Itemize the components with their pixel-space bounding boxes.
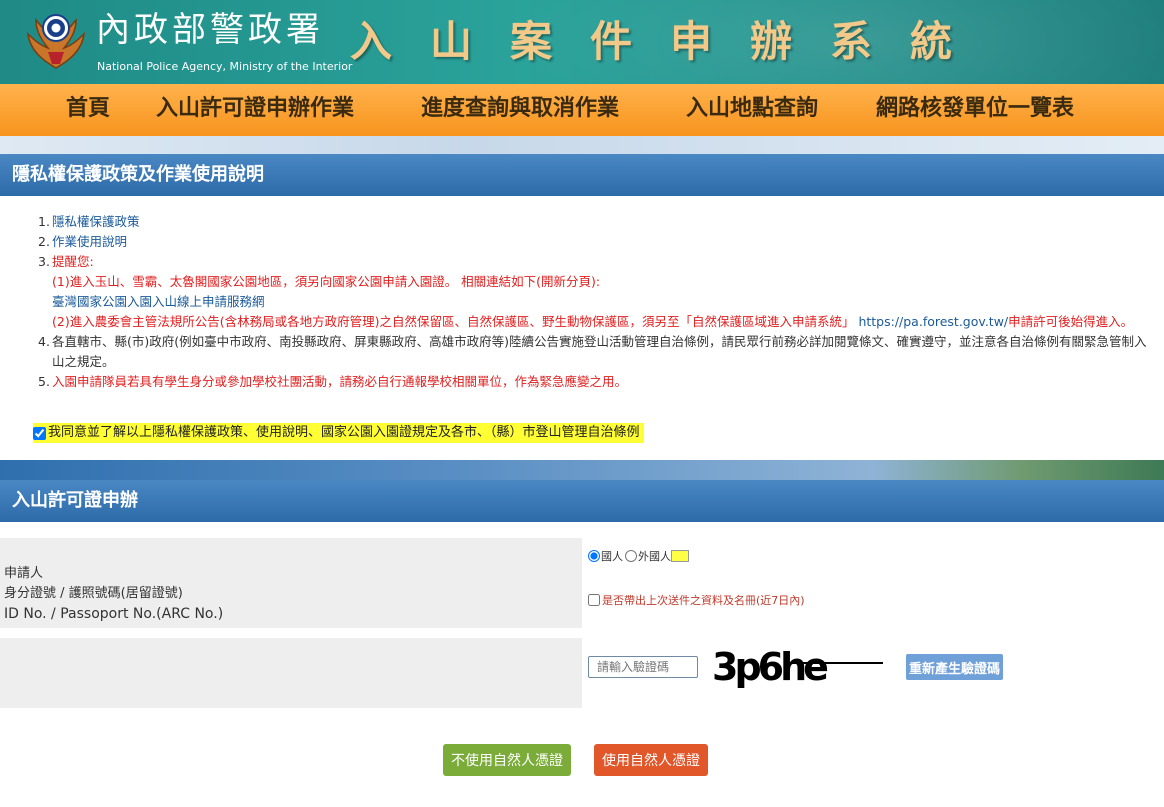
id-number-input[interactable] xyxy=(671,550,689,562)
radio-domestic-label: 國人 xyxy=(601,550,623,563)
applicant-label: 申請人 身分證號 / 護照號碼(居留證號) ID No. / Passoport… xyxy=(4,564,223,624)
permit-section-title: 入山許可證申辦 xyxy=(12,490,138,511)
bring-previous-data-checkbox[interactable] xyxy=(588,594,600,606)
applicant-label-line: 申請人 xyxy=(4,566,44,581)
radio-foreign-label: 外國人 xyxy=(638,550,671,563)
list-number: 5. xyxy=(38,374,50,389)
list-number: 3. xyxy=(38,254,50,269)
radio-foreign[interactable] xyxy=(625,550,637,562)
list-item: 5. 入園申請隊員若具有學生身分或參加學校社團活動，請務必自行通報學校相關單位，… xyxy=(38,372,1152,392)
list-number: 1. xyxy=(38,214,50,229)
notice-list: 1. 隱私權保護政策 2. 作業使用說明 3. 提醒您: (1)進入玉山、雪霸、… xyxy=(38,212,1152,392)
main-navigation: 首頁 入山許可證申辦作業 進度查詢與取消作業 入山地點查詢 網路核發單位一覽表 xyxy=(0,84,1164,136)
autonomy-regulation-notice: 各直轄市、縣(市)政府(例如臺中市政府、南投縣政府、屏東縣政府、高雄市政府等)陸… xyxy=(52,334,1147,369)
regenerate-captcha-button[interactable]: 重新產生驗證碼 xyxy=(906,654,1004,680)
applicant-label-line: 身分證號 / 護照號碼(居留證號) xyxy=(4,586,183,601)
reminder-protected-area-text: (2)進入農委會主管法規所公告(含林務局或各地方政府管理)之自然保留區、自然保護… xyxy=(52,314,855,329)
agree-terms-label: 我同意並了解以上隱私權保護政策、使用說明、國家公園入園證規定及各市、（縣）市登山… xyxy=(48,425,640,440)
list-item: 2. 作業使用說明 xyxy=(38,232,1152,252)
agency-name-chinese: 內政部警政署 xyxy=(96,10,324,50)
nav-progress-cancel[interactable]: 進度查詢與取消作業 xyxy=(421,84,619,136)
decorative-strip xyxy=(0,460,1164,480)
student-notice: 入園申請隊員若具有學生身分或參加學校社團活動，請務必自行通報學校相關單位，作為緊… xyxy=(52,374,628,389)
applicant-label-english: ID No. / Passoport No.(ARC No.) xyxy=(4,606,224,622)
captcha-label-cell xyxy=(0,638,582,708)
no-certificate-button[interactable]: 不使用自然人憑證 xyxy=(443,744,571,776)
privacy-policy-link[interactable]: 隱私權保護政策 xyxy=(52,214,140,229)
reminder-national-park: (1)進入玉山、雪霸、太魯閣國家公園地區，須另向國家公園申請入園證。 相關連結如… xyxy=(52,274,601,289)
list-number: 4. xyxy=(38,334,50,349)
captcha-image: 3p6he xyxy=(712,646,883,689)
reminder-protected-area-suffix: 申請許可後始得進入。 xyxy=(1008,314,1134,329)
use-certificate-button[interactable]: 使用自然人憑證 xyxy=(594,744,708,776)
system-title: 入山案件申辦系統 xyxy=(350,17,991,66)
nav-permit-application[interactable]: 入山許可證申辦作業 xyxy=(156,84,354,136)
police-emblem-icon[interactable] xyxy=(24,8,88,74)
national-park-application-link[interactable]: 臺灣國家公園入園入山線上申請服務網 xyxy=(52,292,1152,312)
radio-domestic[interactable] xyxy=(588,550,600,562)
bring-previous-data-row[interactable]: 是否帶出上次送件之資料及名冊(近7日內) xyxy=(588,592,805,608)
nav-location-query[interactable]: 入山地點查詢 xyxy=(686,84,818,136)
usage-guide-link[interactable]: 作業使用說明 xyxy=(52,234,127,249)
permit-section-header: 入山許可證申辦 xyxy=(0,480,1164,522)
privacy-section-title: 隱私權保護政策及作業使用說明 xyxy=(12,164,264,185)
agree-terms-checkbox[interactable] xyxy=(33,426,46,440)
reminder-heading: 提醒您: xyxy=(52,254,94,269)
nationality-selector: 國人 外國人 xyxy=(588,548,690,564)
captcha-text: 3p6he xyxy=(712,646,827,689)
forest-application-url[interactable]: https://pa.forest.gov.tw/ xyxy=(854,314,1008,329)
nav-issuing-units[interactable]: 網路核發單位一覽表 xyxy=(876,84,1074,136)
list-item: 3. 提醒您: (1)進入玉山、雪霸、太魯閣國家公園地區，須另向國家公園申請入園… xyxy=(38,252,1152,332)
captcha-input[interactable] xyxy=(588,656,698,678)
agree-terms-row[interactable]: 我同意並了解以上隱私權保護政策、使用說明、國家公園入園證規定及各市、（縣）市登山… xyxy=(33,423,644,443)
agency-name-english: National Police Agency, Ministry of the … xyxy=(97,60,353,73)
site-header: 內政部警政署 National Police Agency, Ministry … xyxy=(0,0,1164,84)
reminder-protected-area: (2)進入農委會主管法規所公告(含林務局或各地方政府管理)之自然保留區、自然保護… xyxy=(52,312,1152,332)
decorative-strip xyxy=(0,136,1164,154)
applicant-label-cell: 申請人 身分證號 / 護照號碼(居留證號) ID No. / Passoport… xyxy=(0,538,582,628)
bring-previous-data-label: 是否帶出上次送件之資料及名冊(近7日內) xyxy=(602,594,805,607)
list-item: 1. 隱私權保護政策 xyxy=(38,212,1152,232)
nav-home[interactable]: 首頁 xyxy=(66,84,110,136)
list-item: 4. 各直轄市、縣(市)政府(例如臺中市政府、南投縣政府、屏東縣政府、高雄市政府… xyxy=(38,332,1152,372)
privacy-section-header: 隱私權保護政策及作業使用說明 xyxy=(0,154,1164,196)
list-number: 2. xyxy=(38,234,50,249)
